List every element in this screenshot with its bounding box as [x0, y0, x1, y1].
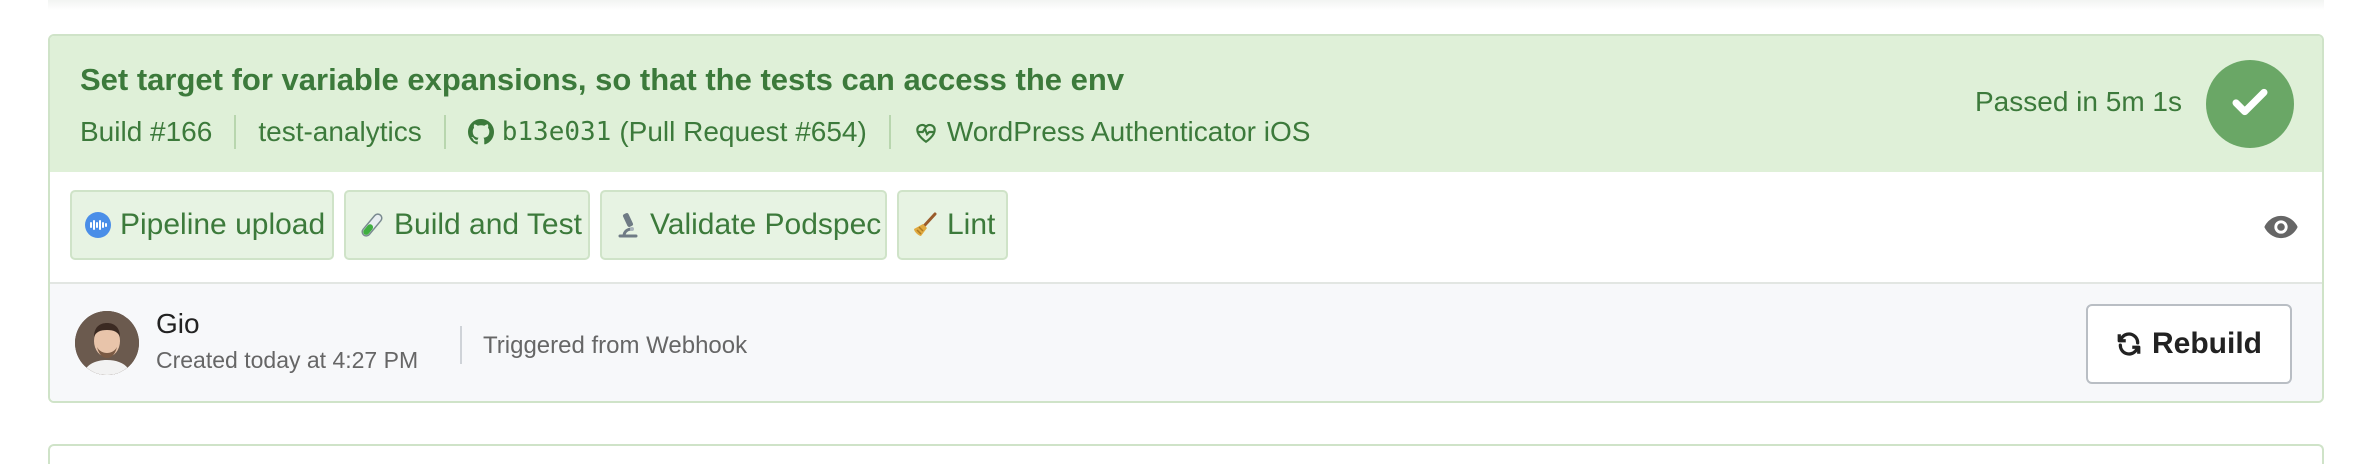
- commit-sha: b13e031: [501, 117, 612, 147]
- trigger-source: Triggered from Webhook: [483, 332, 748, 359]
- step-label: Pipeline upload: [120, 208, 326, 241]
- build-number[interactable]: Build #166: [80, 115, 234, 149]
- branch-link[interactable]: test-analytics: [234, 115, 443, 149]
- step-pipeline-upload[interactable]: Pipeline upload: [70, 190, 334, 260]
- refresh-icon: [2116, 331, 2142, 357]
- step-validate-podspec[interactable]: Validate Podspec: [600, 190, 887, 260]
- status-badge: [2206, 60, 2294, 148]
- next-build-card-edge: [48, 444, 2324, 464]
- pipeline-name: WordPress Authenticator iOS: [946, 116, 1311, 147]
- footer-divider: [460, 326, 462, 364]
- step-label: Lint: [947, 208, 996, 241]
- build-card: Set target for variable expansions, so t…: [48, 34, 2324, 403]
- heart-pulse-icon: [913, 119, 939, 145]
- check-icon: [2229, 81, 2271, 128]
- step-lint[interactable]: Lint: [897, 190, 1008, 260]
- build-header: Set target for variable expansions, so t…: [50, 36, 2322, 174]
- created-time: Created today at 4:27 PM: [156, 347, 419, 373]
- commit-link[interactable]: b13e031 (Pull Request #654): [443, 115, 889, 149]
- build-number-label: Build #166: [80, 116, 213, 147]
- job-steps-bar: Pipeline upload Build and Test Validate …: [50, 172, 2322, 284]
- branch-label: test-analytics: [258, 116, 422, 147]
- build-title[interactable]: Set target for variable expansions, so t…: [80, 62, 1124, 98]
- rebuild-button[interactable]: Rebuild: [2086, 304, 2292, 384]
- pull-request-label: (Pull Request #654): [619, 116, 867, 147]
- previous-card-edge: [48, 0, 2324, 10]
- rebuild-label: Rebuild: [2152, 327, 2262, 360]
- build-duration: Passed in 5m 1s: [1975, 86, 2182, 117]
- step-build-and-test[interactable]: Build and Test: [344, 190, 590, 260]
- build-footer: Gio Created today at 4:27 PM Triggered f…: [50, 284, 2322, 401]
- step-label: Build and Test: [394, 208, 582, 241]
- user-name: Gio: [156, 308, 200, 339]
- broom-icon: [911, 211, 939, 239]
- microscope-icon: [614, 211, 642, 239]
- pipeline-icon: [84, 211, 112, 239]
- avatar[interactable]: [75, 311, 139, 375]
- eye-icon[interactable]: [2262, 208, 2300, 251]
- build-meta: Build #166 test-analytics b13e031 (Pull …: [80, 112, 1332, 152]
- pipeline-link[interactable]: WordPress Authenticator iOS: [888, 115, 1333, 149]
- step-label: Validate Podspec: [650, 208, 882, 241]
- test-tube-icon: [358, 211, 386, 239]
- github-icon: [467, 119, 494, 145]
